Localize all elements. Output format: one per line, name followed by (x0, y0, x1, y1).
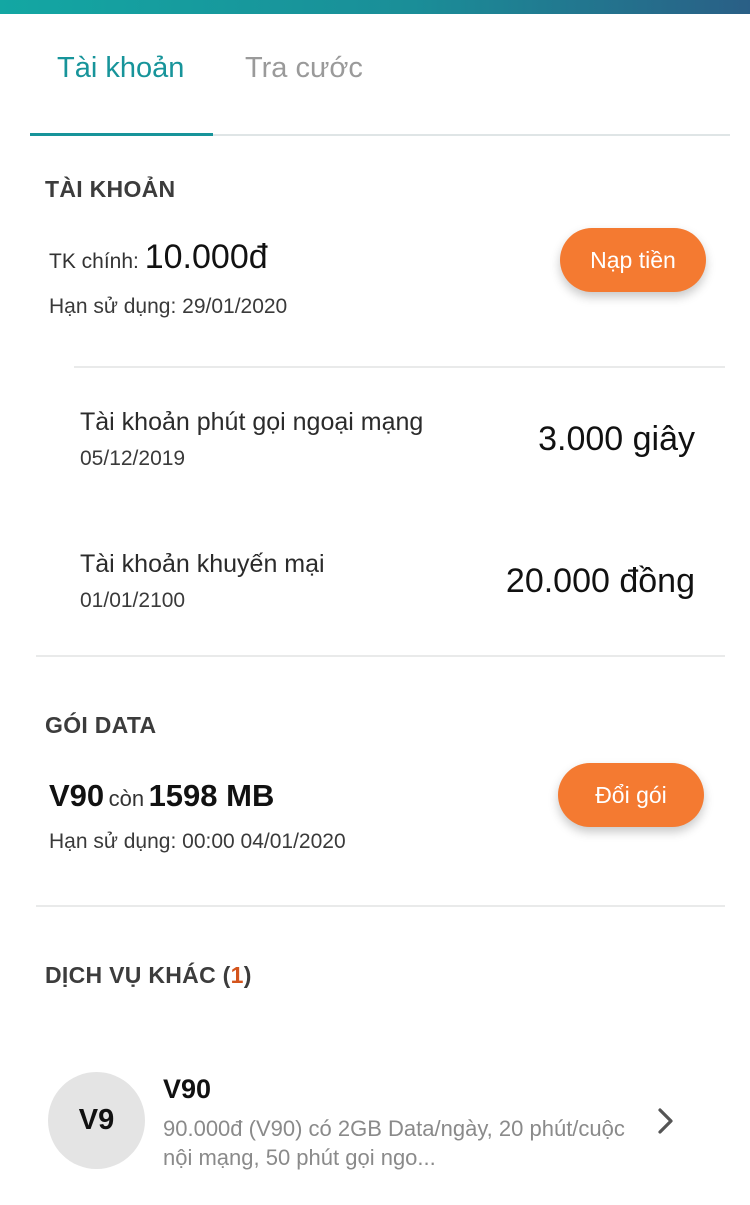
change-package-button[interactable]: Đổi gói (558, 763, 704, 827)
tab-bar: Tài khoản Tra cước (0, 14, 750, 136)
main-balance-value: 10.000đ (144, 238, 268, 276)
sub-account-date: 01/01/2100 (80, 589, 186, 612)
other-services-count: 1 (230, 962, 244, 988)
data-remaining-label: còn (108, 786, 145, 811)
other-services-title-close: ) (243, 962, 252, 988)
topup-button[interactable]: Nạp tiền (560, 228, 706, 292)
status-bar-gradient (0, 0, 750, 14)
sub-account-value: 3.000 giây (538, 420, 695, 458)
tab-account[interactable]: Tài khoản (57, 52, 184, 85)
sub-account-date: 05/12/2019 (80, 447, 186, 470)
service-description: 90.000đ (V90) có 2GB Data/ngày, 20 phút/… (163, 1116, 625, 1170)
data-package-section-title: GÓI DATA (45, 712, 157, 738)
data-package-name: V90 (49, 778, 105, 813)
main-balance-label: TK chính: (49, 250, 139, 273)
divider (36, 905, 725, 907)
other-services-title-text: DỊCH VỤ KHÁC ( (45, 962, 231, 988)
service-list-item[interactable]: V9 V90 90.000đ (V90) có 2GB Data/ngày, 2… (0, 1058, 750, 1193)
account-section-title: TÀI KHOẢN (45, 176, 176, 202)
tab-billing-lookup[interactable]: Tra cước (245, 52, 363, 85)
sub-account-value: 20.000 đồng (505, 562, 695, 600)
data-package-summary: V90 còn 1598 MB (49, 778, 274, 814)
sub-account-title: Tài khoản phút gọi ngoại mạng (80, 408, 424, 436)
data-remaining-value: 1598 MB (148, 778, 275, 813)
sub-account-title: Tài khoản khuyến mại (80, 550, 325, 578)
service-name: V90 (163, 1074, 212, 1104)
service-avatar: V9 (48, 1072, 145, 1169)
chevron-right-icon (658, 1108, 673, 1134)
main-balance-expiry: Hạn sử dụng: 29/01/2020 (49, 295, 288, 318)
tab-active-indicator (30, 133, 213, 136)
data-package-expiry: Hạn sử dụng: 00:00 04/01/2020 (49, 830, 346, 853)
divider (36, 655, 725, 657)
other-services-section-title: DỊCH VỤ KHÁC (1) (45, 962, 252, 989)
main-balance-row: TK chính: 10.000đ (49, 238, 268, 277)
divider (74, 366, 725, 368)
